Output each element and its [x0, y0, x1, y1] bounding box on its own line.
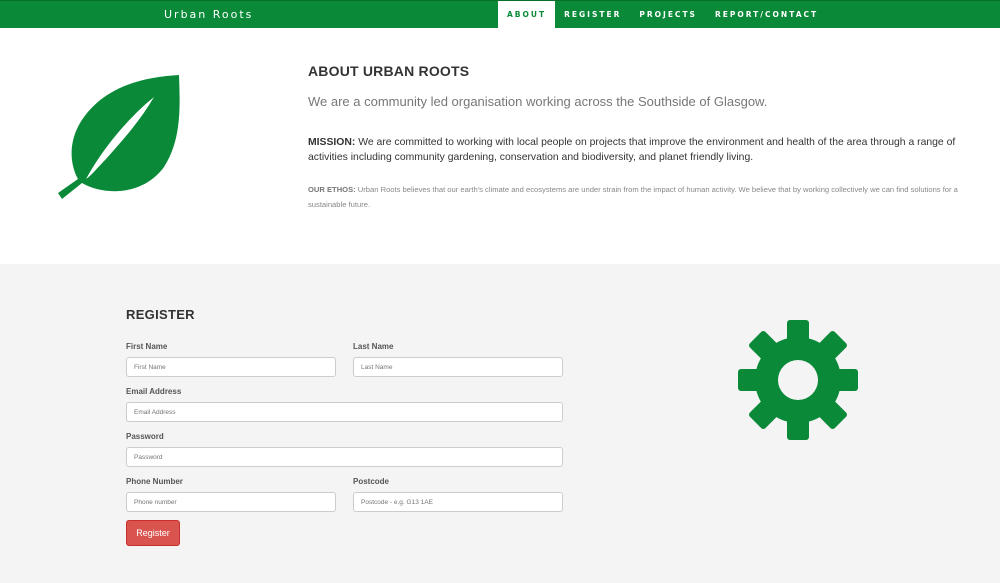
nav-menu: ABOUT REGISTER PROJECTS REPORT/CONTACT: [498, 1, 827, 29]
nav-item-report-contact[interactable]: REPORT/CONTACT: [706, 1, 827, 29]
register-title: REGISTER: [126, 307, 195, 322]
nav-item-about[interactable]: ABOUT: [498, 1, 556, 29]
about-lead: We are a community led organisation work…: [308, 94, 768, 109]
last-name-input[interactable]: [353, 357, 563, 377]
register-button[interactable]: Register: [126, 520, 180, 546]
postcode-label: Postcode: [353, 477, 390, 486]
password-input[interactable]: [126, 447, 563, 467]
email-input[interactable]: [126, 402, 563, 422]
about-section: ABOUT URBAN ROOTS We are a community led…: [0, 28, 1000, 264]
last-name-label: Last Name: [353, 342, 394, 351]
mission-paragraph: MISSION: We are committed to working wit…: [308, 136, 988, 165]
navbar: Urban Roots ABOUT REGISTER PROJECTS REPO…: [0, 0, 1000, 29]
first-name-input[interactable]: [126, 357, 336, 377]
password-label: Password: [126, 432, 164, 441]
register-section: REGISTER First Name Last Name Email Addr…: [0, 264, 1000, 583]
nav-item-projects[interactable]: PROJECTS: [630, 1, 706, 29]
mission-label: MISSION:: [308, 137, 356, 148]
leaf-icon: [58, 75, 180, 199]
brand-logo[interactable]: Urban Roots: [164, 8, 253, 21]
phone-label: Phone Number: [126, 477, 183, 486]
first-name-label: First Name: [126, 342, 168, 351]
nav-item-register[interactable]: REGISTER: [555, 1, 630, 29]
phone-input[interactable]: [126, 492, 336, 512]
gear-icon: [738, 320, 858, 440]
ethos-label: OUR ETHOS:: [308, 185, 356, 194]
ethos-text: Urban Roots believes that our earth's cl…: [308, 185, 958, 209]
mission-text: We are committed to working with local p…: [308, 137, 956, 163]
ethos-paragraph: OUR ETHOS: Urban Roots believes that our…: [308, 182, 988, 212]
about-title: ABOUT URBAN ROOTS: [308, 63, 470, 79]
email-label: Email Address: [126, 387, 182, 396]
postcode-input[interactable]: [353, 492, 563, 512]
